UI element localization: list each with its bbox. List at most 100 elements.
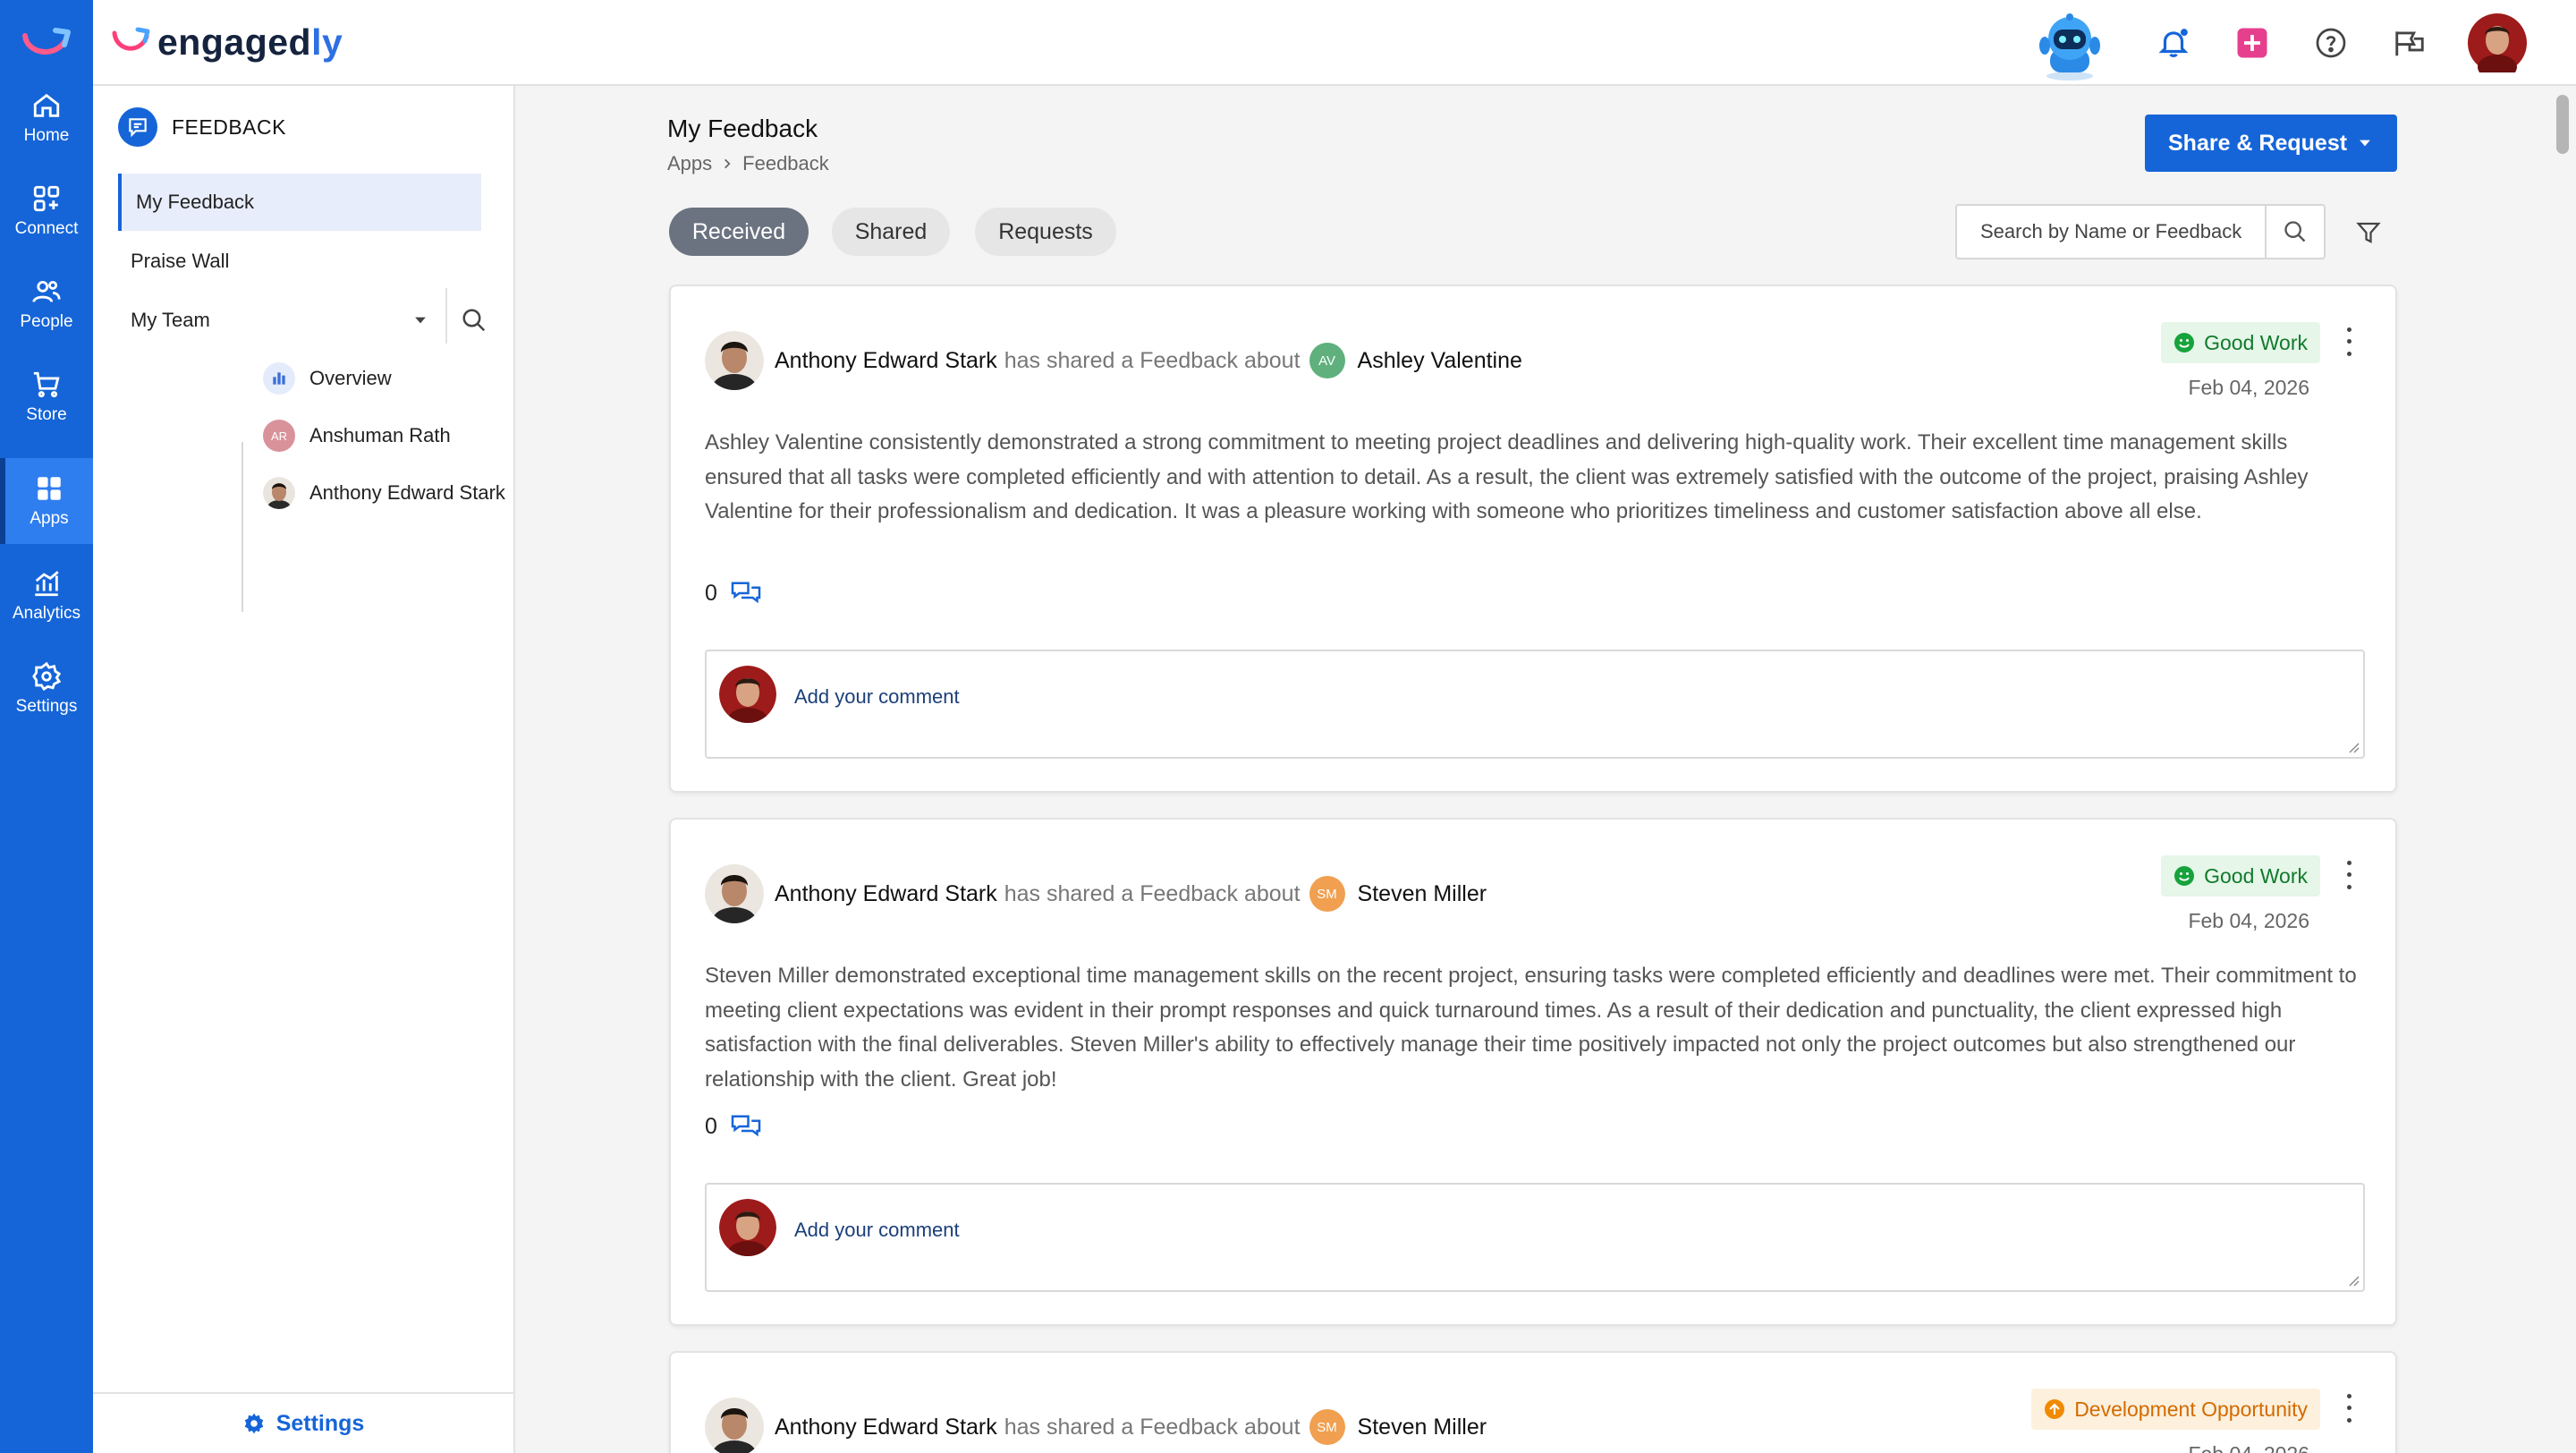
- comment-counter[interactable]: 0: [705, 1113, 762, 1140]
- rail-apps-label: Apps: [30, 509, 69, 528]
- feedback-tag-label: Good Work: [2204, 330, 2308, 354]
- rail-analytics-label: Analytics: [12, 604, 81, 623]
- engagedly-brand-icon: [112, 27, 150, 51]
- subject-name[interactable]: Ashley Valentine: [1358, 348, 1522, 374]
- feedback-settings-label: Settings: [275, 1410, 365, 1436]
- search-submit-button[interactable]: [2265, 206, 2324, 258]
- author-name[interactable]: Anthony Edward Stark: [775, 881, 997, 907]
- feedback-verb: has shared a Feedback about: [1004, 347, 1301, 373]
- subject-name[interactable]: Steven Miller: [1358, 1415, 1487, 1440]
- app-rail: Home Connect People Store Apps Analytics…: [0, 0, 93, 1453]
- help-icon: [2316, 28, 2346, 58]
- rail-store-label: Store: [26, 405, 67, 424]
- user-avatar[interactable]: [2467, 13, 2528, 73]
- arrow-up-circle-icon: [2045, 1399, 2065, 1419]
- smiley-icon: [2174, 866, 2195, 886]
- author-avatar[interactable]: [705, 864, 764, 923]
- filter-icon: [2356, 222, 2381, 243]
- nav-my-team[interactable]: My Team: [118, 292, 440, 349]
- bot-assistant-button[interactable]: [2025, 9, 2114, 82]
- comment-counter[interactable]: 0: [705, 580, 762, 607]
- commenter-avatar: [719, 666, 776, 723]
- rail-settings[interactable]: Settings: [0, 646, 93, 732]
- smiley-icon: [2174, 333, 2195, 353]
- team-member-anthony[interactable]: Anthony Edward Stark: [263, 471, 505, 515]
- member-photo-avatar: [263, 477, 295, 509]
- rail-connect-label: Connect: [14, 219, 79, 238]
- subject-name[interactable]: Steven Miller: [1358, 881, 1487, 907]
- announcement-icon: [2395, 31, 2424, 56]
- feedback-card-header: Anthony Edward Stark has shared a Feedba…: [705, 331, 1522, 390]
- breadcrumb: Apps Feedback: [667, 152, 829, 175]
- bar-chart-icon: [263, 362, 295, 395]
- feedback-card-header: Anthony Edward Stark has shared a Feedba…: [705, 864, 1487, 923]
- team-overview[interactable]: Overview: [263, 356, 392, 401]
- rail-people[interactable]: People: [0, 261, 93, 347]
- search-icon: [2284, 221, 2306, 242]
- rail-people-label: People: [20, 312, 73, 331]
- comments-icon: [731, 1115, 761, 1137]
- feedback-date: Feb 04, 2026: [2188, 376, 2309, 399]
- feedback-tag: Development Opportunity: [2031, 1389, 2320, 1430]
- author-avatar[interactable]: [705, 1398, 764, 1453]
- comments-icon: [731, 582, 761, 604]
- filter-button[interactable]: [2351, 215, 2386, 251]
- feedback-date: Feb 04, 2026: [2188, 909, 2309, 932]
- comment-placeholder: Add your comment: [794, 1219, 960, 1241]
- gear-icon: [244, 1413, 263, 1434]
- member-initials-avatar: AR: [263, 420, 295, 452]
- home-icon: [33, 93, 60, 117]
- cart-icon: [33, 371, 60, 398]
- rail-settings-label: Settings: [15, 697, 78, 716]
- author-avatar[interactable]: [705, 331, 764, 390]
- feedback-tag-label: Development Opportunity: [2074, 1397, 2308, 1421]
- comment-count: 0: [705, 1113, 717, 1139]
- my-team-divider: [445, 288, 447, 344]
- nav-my-feedback[interactable]: My Feedback: [118, 174, 481, 231]
- author-name[interactable]: Anthony Edward Stark: [775, 1415, 997, 1440]
- feedback-settings-link[interactable]: Settings: [93, 1392, 513, 1453]
- comment-input[interactable]: Add your comment: [705, 650, 2365, 759]
- comment-input[interactable]: Add your comment: [705, 1183, 2365, 1292]
- team-overview-label: Overview: [309, 367, 392, 389]
- feedback-app-icon: [118, 107, 157, 147]
- feedback-header: FEEDBACK: [118, 107, 286, 147]
- tab-shared[interactable]: Shared: [832, 208, 950, 256]
- rail-connect[interactable]: Connect: [0, 168, 93, 254]
- help-button[interactable]: [2309, 21, 2352, 64]
- card-menu-button[interactable]: [2340, 1390, 2358, 1426]
- tab-received[interactable]: Received: [669, 208, 809, 256]
- main-scrollbar[interactable]: [2551, 86, 2576, 1453]
- feedback-date: Feb 04, 2026: [2188, 1442, 2309, 1453]
- brand-logo[interactable]: engagedly: [111, 20, 343, 64]
- team-search-button[interactable]: [456, 302, 492, 338]
- comment-placeholder: Add your comment: [794, 685, 960, 708]
- add-button[interactable]: [2231, 21, 2274, 64]
- chevron-down-icon[interactable]: [411, 311, 429, 329]
- rail-analytics[interactable]: Analytics: [0, 553, 93, 639]
- share-request-button[interactable]: Share & Request: [2145, 115, 2397, 172]
- engagedly-logo-icon[interactable]: [20, 23, 73, 63]
- rail-apps[interactable]: Apps: [0, 458, 93, 544]
- share-request-label: Share & Request: [2168, 130, 2348, 156]
- author-name[interactable]: Anthony Edward Stark: [775, 348, 997, 374]
- feedback-verb: has shared a Feedback about: [1004, 880, 1301, 906]
- nav-praise-wall[interactable]: Praise Wall: [118, 233, 481, 290]
- resize-grip-icon[interactable]: [2347, 1274, 2360, 1287]
- tab-requests[interactable]: Requests: [975, 208, 1116, 256]
- rail-store[interactable]: Store: [0, 354, 93, 440]
- announcements-button[interactable]: [2388, 21, 2431, 64]
- rail-home[interactable]: Home: [0, 75, 93, 161]
- bell-icon: [2158, 29, 2189, 58]
- notifications-button[interactable]: [2152, 21, 2195, 64]
- card-menu-button[interactable]: [2340, 857, 2358, 893]
- search-input[interactable]: [1957, 206, 2265, 258]
- card-menu-button[interactable]: [2340, 324, 2358, 360]
- resize-grip-icon[interactable]: [2347, 741, 2360, 753]
- team-member-anshuman[interactable]: AR Anshuman Rath: [263, 413, 451, 458]
- rail-home-label: Home: [23, 126, 70, 145]
- subject-initials-avatar: AV: [1309, 343, 1345, 378]
- scrollbar-thumb[interactable]: [2556, 95, 2569, 154]
- breadcrumb-apps[interactable]: Apps: [667, 152, 712, 175]
- feedback-sidebar: FEEDBACK My Feedback Praise Wall My Team…: [93, 86, 515, 1453]
